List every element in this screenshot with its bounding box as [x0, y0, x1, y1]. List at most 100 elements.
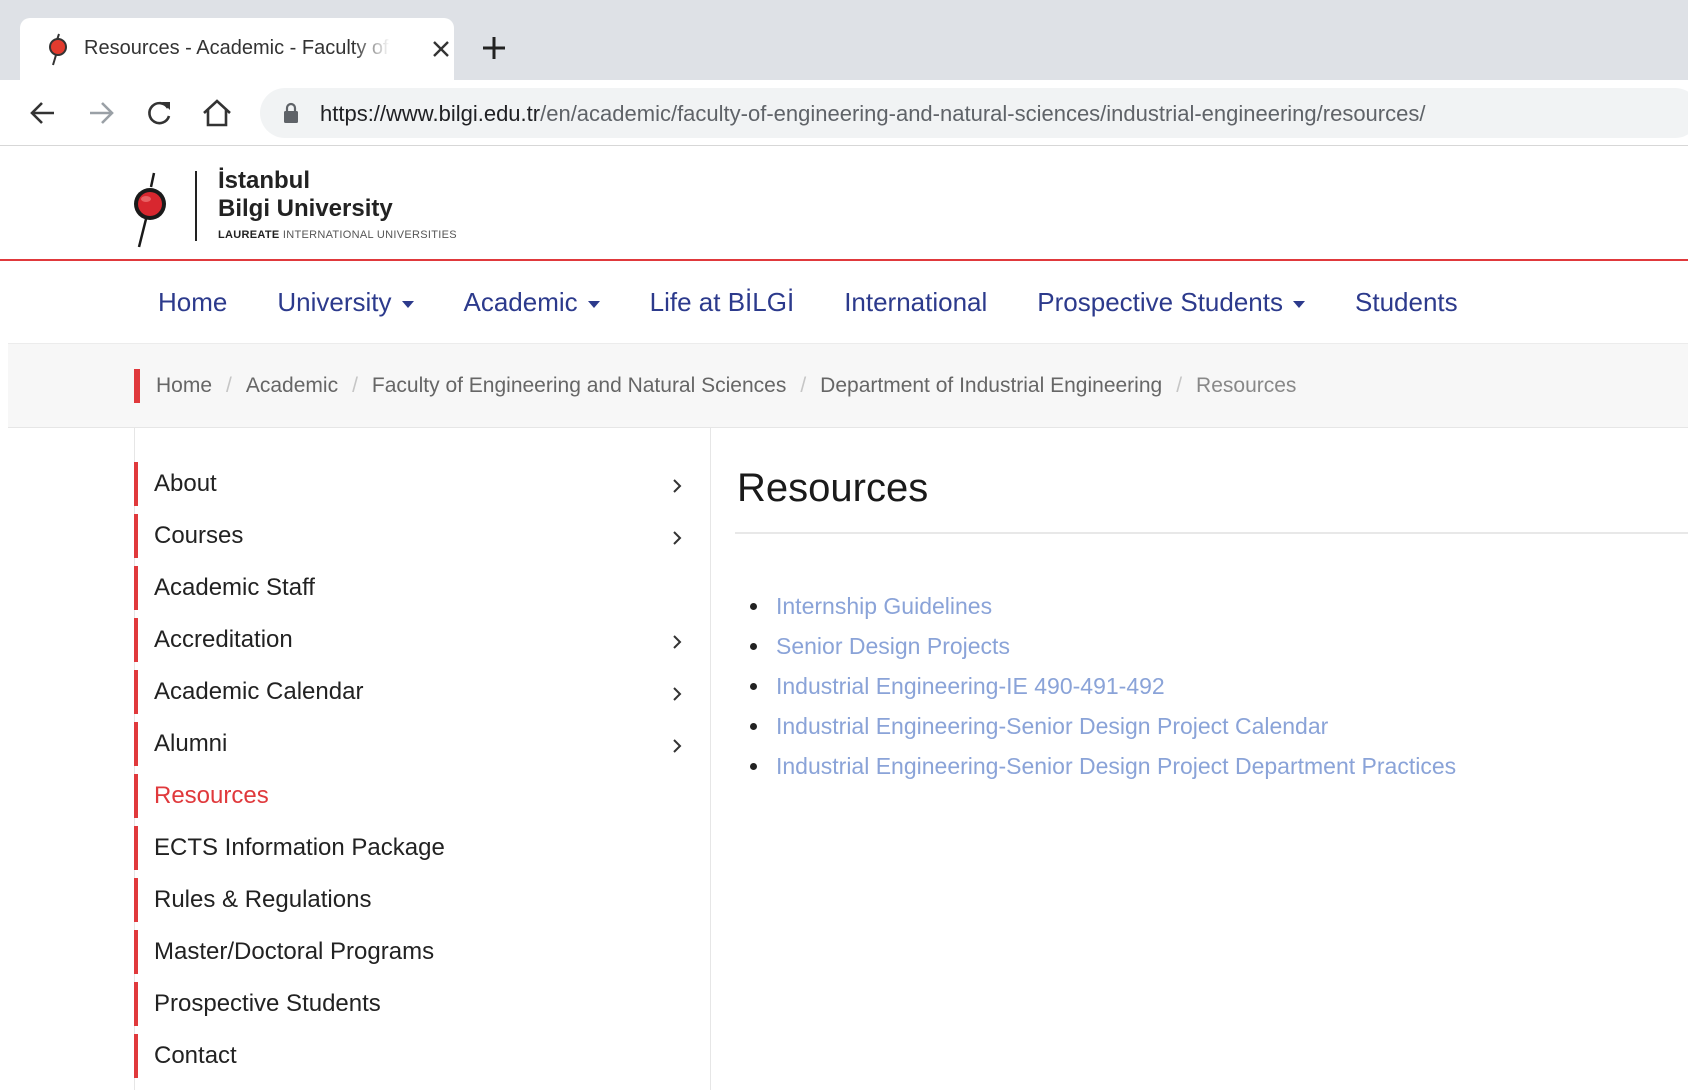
title-divider	[735, 532, 1688, 534]
sidebar-item-contact[interactable]: Contact	[134, 1032, 694, 1084]
nav-item-university[interactable]: University	[277, 287, 414, 318]
site-header: İstanbul Bilgi University LAUREATE INTER…	[0, 147, 1688, 261]
breadcrumb-separator: /	[226, 374, 232, 397]
resource-list: Internship Guidelines Senior Design Proj…	[749, 586, 1456, 786]
sidebar-item-courses[interactable]: Courses	[134, 512, 694, 564]
sidebar-item-label: Master/Doctoral Programs	[154, 938, 435, 965]
sidebar-item-marker	[134, 774, 138, 818]
chevron-right-icon	[673, 531, 682, 545]
sidebar-item-label: Academic Staff	[154, 574, 315, 601]
nav-item-label: Prospective Students	[1037, 287, 1283, 317]
resource-link-internship-guidelines[interactable]: Internship Guidelines	[776, 593, 992, 619]
sidebar-item-marker	[134, 878, 138, 922]
url-host: https://www.bilgi.edu.tr	[320, 101, 541, 126]
logo-line-istanbul: İstanbul	[218, 167, 311, 194]
nav-item-academic[interactable]: Academic	[464, 287, 600, 318]
caret-down-icon	[401, 301, 414, 308]
sidebar-item-marker	[134, 982, 138, 1026]
browser-tabstrip: Resources - Academic - Faculty of Engine…	[0, 0, 1688, 80]
reload-icon[interactable]	[142, 96, 176, 130]
sidebar-item-label: Academic Calendar	[154, 678, 364, 705]
resource-link-senior-design-projects[interactable]: Senior Design Projects	[776, 633, 1010, 659]
sidebar-item-label: ECTS Information Package	[154, 834, 445, 861]
sidebar-item-marker	[134, 930, 138, 974]
breadcrumb: Home / Academic / Faculty of Engineering…	[156, 374, 1296, 398]
close-tab-icon[interactable]	[428, 36, 454, 62]
sidebar-item-academic-staff[interactable]: Academic Staff	[134, 564, 694, 616]
sidebar-item-label: Courses	[154, 522, 244, 549]
new-tab-icon[interactable]	[480, 34, 508, 62]
sidebar-item-accreditation[interactable]: Accreditation	[134, 616, 694, 668]
nav-item-prospective-students[interactable]: Prospective Students	[1037, 287, 1305, 318]
browser-tab[interactable]: Resources - Academic - Faculty of Engine…	[20, 18, 454, 80]
breadcrumb-bar: Home / Academic / Faculty of Engineering…	[8, 343, 1688, 428]
content-divider	[710, 428, 711, 1090]
sidebar-item-label: Resources	[154, 782, 269, 809]
sidebar-item-label: Rules & Regulations	[154, 886, 372, 913]
url-text: https://www.bilgi.edu.tr/en/academic/fac…	[320, 101, 1425, 127]
url-path: /en/academic/faculty-of-engineering-and-…	[540, 101, 1426, 126]
browser-toolbar: https://www.bilgi.edu.tr/en/academic/fac…	[0, 80, 1688, 146]
nav-item-label: Home	[158, 287, 228, 317]
page-title: Resources	[737, 466, 929, 510]
chevron-right-icon	[673, 635, 682, 649]
lock-icon	[284, 102, 298, 123]
chevron-right-icon	[673, 739, 682, 753]
sidebar-menu: About Courses Academic Staff Accreditati…	[134, 460, 694, 1084]
sidebar-item-marker	[134, 722, 138, 766]
nav-item-label: Students	[1355, 287, 1458, 317]
resource-link-senior-design-project-department-practices[interactable]: Industrial Engineering-Senior Design Pro…	[776, 753, 1456, 779]
breadcrumb-department[interactable]: Department of Industrial Engineering	[820, 374, 1162, 398]
forward-arrow-icon[interactable]	[84, 96, 118, 130]
breadcrumb-academic[interactable]: Academic	[246, 374, 338, 398]
sidebar-item-label: Accreditation	[154, 626, 293, 653]
bilgi-favicon-icon	[49, 33, 67, 66]
sidebar-item-ects-information-package[interactable]: ECTS Information Package	[134, 824, 694, 876]
breadcrumb-current: Resources	[1196, 374, 1297, 397]
sidebar-item-resources[interactable]: Resources	[134, 772, 694, 824]
sidebar-item-marker	[134, 826, 138, 870]
nav-item-life-at-bilgi[interactable]: Life at BİLGİ	[650, 287, 795, 318]
sidebar-item-master-doctoral-programs[interactable]: Master/Doctoral Programs	[134, 928, 694, 980]
nav-item-label: International	[844, 287, 988, 317]
list-item: Industrial Engineering-IE 490-491-492	[749, 666, 1456, 706]
nav-item-home[interactable]: Home	[158, 287, 227, 318]
sidebar-item-about[interactable]: About	[134, 460, 694, 512]
nav-item-label: University	[277, 287, 392, 317]
back-arrow-icon[interactable]	[26, 96, 60, 130]
resource-link-senior-design-project-calendar[interactable]: Industrial Engineering-Senior Design Pro…	[776, 713, 1328, 739]
sidebar-item-academic-calendar[interactable]: Academic Calendar	[134, 668, 694, 720]
breadcrumb-accent	[134, 369, 140, 403]
sidebar-item-marker	[134, 462, 138, 506]
tab-title: Resources - Academic - Faculty of Engine…	[84, 37, 390, 59]
bilgi-logo-icon[interactable]	[128, 169, 176, 249]
breadcrumb-faculty[interactable]: Faculty of Engineering and Natural Scien…	[372, 374, 786, 398]
sidebar-item-label: Prospective Students	[154, 990, 381, 1017]
sidebar-item-label: About	[154, 470, 217, 497]
logo-tagline: LAUREATE INTERNATIONAL UNIVERSITIES	[218, 229, 457, 241]
sidebar-item-alumni[interactable]: Alumni	[134, 720, 694, 772]
caret-down-icon	[1293, 301, 1305, 308]
sidebar-item-marker	[134, 618, 138, 662]
list-item: Senior Design Projects	[749, 626, 1456, 666]
sidebar-item-prospective-students[interactable]: Prospective Students	[134, 980, 694, 1032]
logo-divider	[195, 171, 197, 241]
nav-item-label: Academic	[463, 287, 578, 317]
main-navigation: Home University Academic Life at BİLGİ I…	[0, 263, 1688, 343]
breadcrumb-separator: /	[352, 374, 358, 397]
resource-link-ie-490-491-492[interactable]: Industrial Engineering-IE 490-491-492	[776, 673, 1165, 699]
nav-item-label: Life at BİLGİ	[649, 287, 795, 317]
sidebar-item-rules-regulations[interactable]: Rules & Regulations	[134, 876, 694, 928]
logo-tag-bold: LAUREATE	[218, 229, 280, 241]
list-item: Industrial Engineering-Senior Design Pro…	[749, 746, 1456, 786]
list-item: Internship Guidelines	[749, 586, 1456, 626]
list-item: Industrial Engineering-Senior Design Pro…	[749, 706, 1456, 746]
breadcrumb-home[interactable]: Home	[156, 374, 212, 398]
home-icon[interactable]	[200, 96, 234, 130]
caret-down-icon	[587, 301, 600, 308]
address-bar[interactable]: https://www.bilgi.edu.tr/en/academic/fac…	[260, 88, 1688, 138]
logo-tag-rest: INTERNATIONAL UNIVERSITIES	[279, 229, 457, 241]
nav-item-students[interactable]: Students	[1355, 287, 1458, 318]
nav-item-international[interactable]: International	[844, 287, 987, 318]
logo-text[interactable]: İstanbul Bilgi University LAUREATE INTER…	[218, 167, 457, 241]
